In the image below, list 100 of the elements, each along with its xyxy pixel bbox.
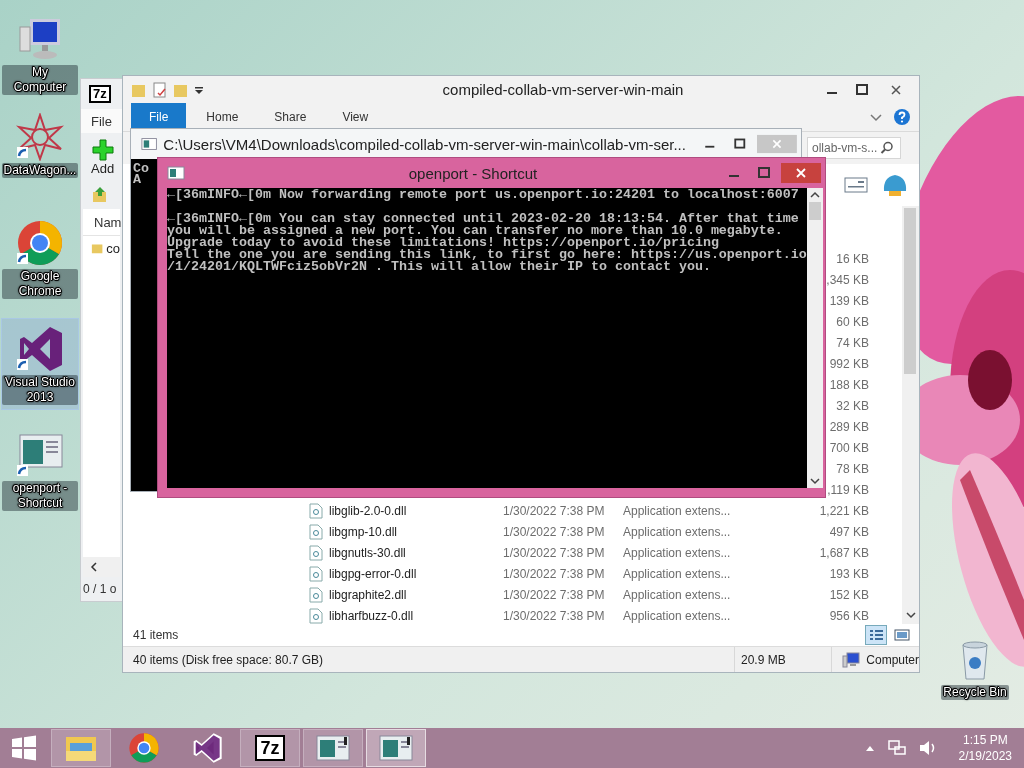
- window-title: openport - Shortcut: [407, 164, 539, 182]
- infinity-logo-icon: [191, 732, 223, 764]
- console-icon: [167, 165, 185, 181]
- ribbon-tab[interactable]: Home: [190, 103, 255, 131]
- add-button[interactable]: Add: [87, 136, 119, 178]
- scroll-thumb[interactable]: [904, 208, 916, 374]
- document-icon[interactable]: [152, 81, 168, 98]
- table-cell: 992 KB: [829, 356, 869, 371]
- window-title: compiled-collab-vm-server-win-main: [441, 81, 685, 98]
- chrome-icon: [16, 219, 64, 267]
- console-text: ←[36mINFO←[0m You can stay connected until 2023-02-20 18:13:54. After that time: [167, 213, 800, 225]
- table-cell: Application extens...: [623, 524, 731, 539]
- table-cell: 139 KB: [829, 293, 869, 308]
- file-icon: [309, 502, 323, 519]
- table-cell: Application extens...: [623, 503, 731, 518]
- up-folder-icon: [91, 186, 109, 204]
- console-text: A: [133, 174, 141, 185]
- scrollbar[interactable]: [806, 188, 823, 488]
- console-text: Upgrade today to avoid these limitations! https://openport.io/pricing: [167, 237, 719, 249]
- scroll-down-icon[interactable]: [904, 610, 918, 620]
- desktop-shortcut[interactable]: DataWagon...: [1, 106, 79, 183]
- table-cell: 74 KB: [836, 335, 869, 350]
- status-text: Computer: [866, 652, 919, 667]
- star-pattern-icon: [16, 113, 64, 161]
- file-name[interactable]: libgnutls-30.dll: [329, 545, 406, 560]
- file-icon: [309, 544, 323, 561]
- file-name[interactable]: libharfbuzz-0.dll: [329, 608, 414, 623]
- status-text: 0 / 1 o: [82, 581, 118, 598]
- table-cell: Application extens...: [623, 545, 731, 560]
- table-cell: 1/30/2022 7:38 PM: [503, 503, 605, 518]
- status-text: 40 items (Disk free space: 80.7 GB): [133, 652, 324, 667]
- table-cell: 78 KB: [836, 461, 869, 476]
- table-cell: 188 KB: [829, 377, 869, 392]
- table-cell: 289 KB: [829, 419, 869, 434]
- table-cell: 1/30/2022 7:38 PM: [503, 587, 605, 602]
- table-cell: Application extens...: [623, 587, 731, 602]
- item-count: 41 items: [133, 628, 179, 642]
- table-cell: 700 KB: [829, 440, 869, 455]
- table-cell: 956 KB: [829, 608, 869, 623]
- table-cell: 497 KB: [829, 524, 869, 539]
- details-view-icon[interactable]: [865, 625, 887, 645]
- file-icon: [309, 607, 323, 624]
- file-icon: [309, 565, 323, 582]
- windows-logo-icon: [11, 735, 37, 761]
- table-cell: ,345 KB: [826, 272, 869, 287]
- clock[interactable]: 1:15 PM 2/19/2023: [958, 732, 1012, 764]
- list-item[interactable]: co: [83, 236, 120, 260]
- table-cell: 1,221 KB: [819, 503, 869, 518]
- table-cell: 152 KB: [829, 587, 869, 602]
- console-text: /1/24201/KQLTWFciz5obVr2N . This will allow their IP to contact you.: [167, 261, 711, 273]
- folder-icon: [91, 241, 104, 255]
- table-cell: ,119 KB: [827, 482, 869, 497]
- thumbnail-view-icon[interactable]: [893, 627, 911, 643]
- chrome-icon: [128, 732, 160, 764]
- search-icon: [880, 141, 894, 155]
- close-icon[interactable]: [781, 163, 821, 183]
- infinity-logo-icon: [16, 325, 64, 373]
- scroll-thumb[interactable]: [808, 202, 821, 220]
- window-icon: [379, 734, 413, 762]
- console-text: Tell the one you are sending this link, to first go here: https://us.openport.io: [167, 249, 807, 261]
- window-icon: [316, 734, 350, 762]
- desktop-shortcut[interactable]: Visual Studio 2013: [1, 318, 79, 410]
- desktop-shortcut[interactable]: Google Chrome: [1, 212, 79, 304]
- file-name[interactable]: libgraphite2.dll: [329, 587, 407, 602]
- window-icon: [16, 431, 64, 479]
- desktop-shortcut[interactable]: My Computer: [1, 8, 79, 100]
- plus-icon: [91, 138, 114, 161]
- file-name[interactable]: libgpg-error-0.dll: [329, 566, 417, 581]
- help-icon[interactable]: [893, 108, 911, 126]
- file-name[interactable]: libgmp-10.dll: [329, 524, 398, 539]
- console-icon: [141, 136, 158, 152]
- table-cell: 16 KB: [836, 251, 869, 266]
- table-cell: 1,687 KB: [819, 545, 869, 560]
- taskbar-button[interactable]: 7z: [240, 729, 300, 767]
- table-cell: 193 KB: [829, 566, 869, 581]
- preview-pane-icon[interactable]: [843, 175, 869, 195]
- table-cell: 1/30/2022 7:38 PM: [503, 524, 605, 539]
- table-cell: 1/30/2022 7:38 PM: [503, 566, 605, 581]
- ribbon-tab[interactable]: Share: [258, 103, 323, 131]
- table-cell: 1/30/2022 7:38 PM: [503, 545, 605, 560]
- table-cell: Application extens...: [623, 566, 731, 581]
- console-text: you will be assigned a new port. You can transfer no more than 10.0 megabyte.: [167, 225, 784, 237]
- table-cell: Application extens...: [623, 608, 731, 623]
- column-header[interactable]: Nam: [83, 209, 120, 236]
- search-field[interactable]: ollab-vm-s...: [807, 137, 901, 159]
- ribbon-tab[interactable]: View: [326, 103, 385, 131]
- scrollbar[interactable]: [902, 206, 919, 624]
- taskbar-button[interactable]: [366, 729, 426, 767]
- console-text: ←[36mINFO←[0m Now forwarding remote port us.openport.io:24201 to localhost:6007: [167, 189, 800, 201]
- ribbon-tab[interactable]: File: [131, 103, 187, 131]
- computer-icon: [842, 651, 861, 668]
- scrollbar[interactable]: [83, 557, 120, 577]
- file-icon: [309, 523, 323, 540]
- file-icon: [309, 586, 323, 603]
- app-logo: 7z: [89, 85, 111, 103]
- taskbar-button[interactable]: [303, 729, 363, 767]
- network-icon[interactable]: [886, 739, 907, 757]
- window-title: C:\Users\VM4\Downloads\compiled-collab-vm-server-win-main\collab-vm-ser...: [163, 135, 686, 153]
- console-text: Co: [133, 163, 149, 174]
- file-name[interactable]: libglib-2.0-0.dll: [329, 503, 407, 518]
